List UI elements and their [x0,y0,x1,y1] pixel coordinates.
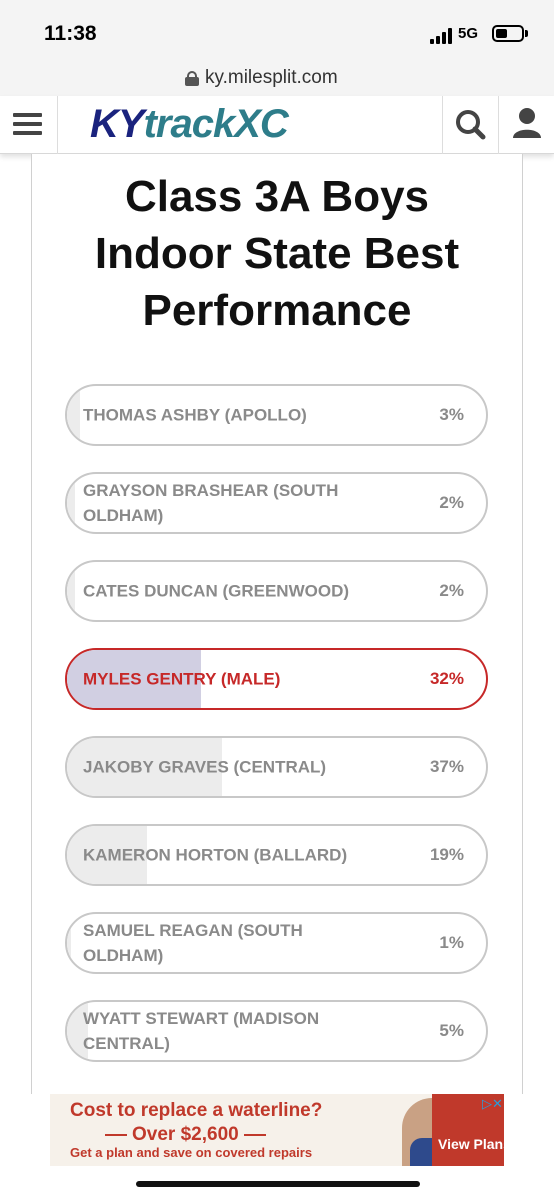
ad-headline: Cost to replace a waterline? [70,1100,323,1121]
poll-option-percent: 32% [429,669,464,688]
poll-title-line-1: Class 3A Boys [124,172,430,221]
url-text[interactable]: ky.milesplit.com [205,67,338,89]
poll-option[interactable]: MYLES GENTRY (MALE) 32% [65,648,488,710]
poll-option[interactable]: SAMUEL REAGAN (SOUTH OLDHAM) 1% [65,912,488,974]
poll-option-percent: 3% [439,405,464,424]
poll-option-name: WYATT STEWART (MADISON CENTRAL) [83,1009,320,1053]
site-logo[interactable]: KYtrackXC [90,102,289,147]
poll-option[interactable]: THOMAS ASHBY (APOLLO) 3% [65,384,488,446]
poll-option-name: KAMERON HORTON (BALLARD) [83,845,348,865]
poll-option-percent: 1% [439,933,464,952]
hamburger-menu-button[interactable] [0,96,58,154]
poll-option-percent: 2% [439,581,464,600]
poll-title: Class 3A Boys Indoor State Best Performa… [0,168,554,339]
poll-option-result-bar [67,562,76,620]
poll-title-line-3: Performance [142,286,412,335]
ad-subtext: Get a plan and save on covered repairs [70,1145,313,1160]
logo-ky: KY [90,102,145,146]
poll-option-name: JAKOBY GRAVES (CENTRAL) [83,757,327,777]
poll-option[interactable]: CATES DUNCAN (GREENWOOD) 2% [65,560,488,622]
poll-option[interactable]: JAKOBY GRAVES (CENTRAL) 37% [65,736,488,798]
ad-price: Over $2,600 [100,1124,271,1146]
poll-option-percent: 2% [439,493,464,512]
logo-trackxc: trackXC [143,102,289,146]
poll-option[interactable]: WYATT STEWART (MADISON CENTRAL) 5% [65,1000,488,1062]
poll-option[interactable]: GRAYSON BRASHEAR (SOUTH OLDHAM) 2% [65,472,488,534]
poll-option-result-bar [67,474,76,532]
site-header: KYtrackXC [0,96,554,154]
poll-option-result-bar [67,914,72,972]
poll-option-percent: 37% [429,757,464,776]
user-account-button[interactable] [498,96,554,154]
signal-bars-icon [430,28,454,44]
lock-icon [185,71,199,86]
url-bar[interactable]: ky.milesplit.com [0,62,554,96]
search-button[interactable] [442,96,498,154]
poll-option-name: THOMAS ASHBY (APOLLO) [83,405,307,425]
home-indicator [136,1181,420,1187]
status-time: 11:38 [44,22,97,45]
poll-option-name: CATES DUNCAN (GREENWOOD) [83,581,350,601]
poll-option-percent: 19% [429,845,464,864]
ad-choices-icon[interactable]: ▷✕ [482,1096,503,1114]
poll-option-name: GRAYSON BRASHEAR (SOUTH OLDHAM) [83,481,339,525]
poll-option-name: SAMUEL REAGAN (SOUTH OLDHAM) [83,921,303,965]
ad-cta-label[interactable]: View Plans [438,1136,511,1152]
battery-tip [525,30,528,37]
battery-icon [492,25,524,42]
search-icon [456,110,486,140]
poll-option-percent: 5% [439,1021,464,1040]
hamburger-menu-icon [13,113,42,117]
poll-option[interactable]: KAMERON HORTON (BALLARD) 19% [65,824,488,886]
network-type: 5G [458,25,479,42]
user-icon [513,108,541,138]
poll-title-line-2: Indoor State Best [94,229,460,278]
poll-option-name: MYLES GENTRY (MALE) [83,669,281,689]
status-bar: 11:38 5G [0,0,554,62]
poll-option-result-bar [67,386,80,444]
